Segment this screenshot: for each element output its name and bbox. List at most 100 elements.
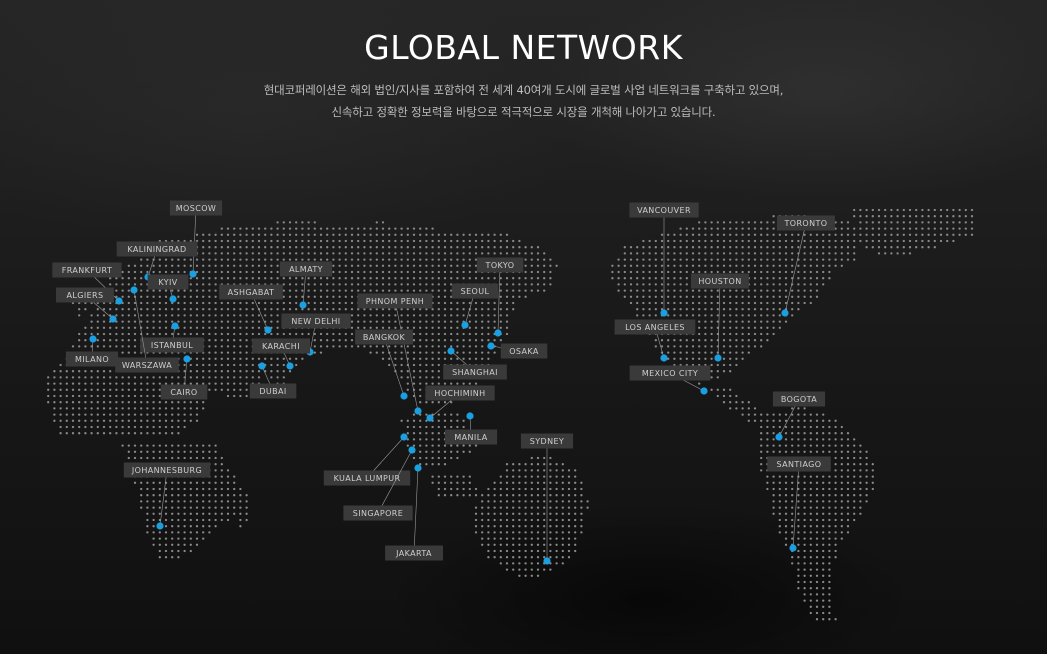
map-dot bbox=[90, 388, 93, 391]
city-marker-pin-icon[interactable] bbox=[171, 322, 179, 330]
map-dot bbox=[375, 270, 378, 274]
city-marker-pin-icon[interactable] bbox=[543, 557, 551, 565]
city-marker-pin-icon[interactable] bbox=[660, 354, 668, 362]
city-marker-pin-icon[interactable] bbox=[461, 321, 469, 329]
map-dot bbox=[797, 413, 800, 416]
map-dot bbox=[710, 264, 713, 267]
city-marker-pin-icon[interactable] bbox=[494, 329, 502, 337]
map-dot bbox=[431, 425, 434, 429]
map-dot bbox=[493, 277, 496, 280]
map-dot bbox=[189, 363, 192, 367]
city-marker-pin-icon[interactable] bbox=[156, 522, 164, 530]
map-dot bbox=[381, 345, 385, 348]
map-dot bbox=[499, 512, 502, 515]
city-marker-pin-icon[interactable] bbox=[400, 392, 408, 400]
map-dot bbox=[840, 494, 843, 497]
city-santiago[interactable]: SANTIAGO bbox=[767, 456, 831, 552]
city-istanbul[interactable]: ISTANBUL bbox=[140, 322, 204, 353]
map-dot bbox=[412, 339, 416, 342]
map-dot bbox=[617, 258, 620, 261]
map-dot bbox=[282, 277, 285, 280]
map-dot bbox=[853, 481, 856, 484]
map-dot bbox=[195, 233, 199, 236]
city-marker-pin-icon[interactable] bbox=[775, 433, 783, 441]
map-dot bbox=[890, 215, 893, 218]
map-dot bbox=[902, 252, 905, 255]
city-marker-pin-icon[interactable] bbox=[183, 355, 191, 363]
city-marker-pin-icon[interactable] bbox=[426, 414, 434, 422]
map-dot bbox=[877, 208, 881, 212]
city-marker-pin-icon[interactable] bbox=[264, 326, 272, 334]
map-dot bbox=[425, 456, 428, 460]
city-label: HOCHIMINH bbox=[434, 389, 485, 398]
city-vancouver[interactable]: VANCOUVER bbox=[629, 202, 699, 317]
map-dot bbox=[65, 419, 68, 422]
map-dot bbox=[667, 289, 670, 292]
map-dot bbox=[133, 320, 137, 323]
city-hochiminh[interactable]: HOCHIMINH bbox=[425, 385, 495, 422]
map-dot bbox=[171, 401, 174, 404]
map-dot bbox=[226, 233, 230, 236]
city-kyiv[interactable]: KYIV bbox=[147, 274, 189, 303]
map-dot bbox=[171, 332, 174, 336]
map-dot bbox=[952, 233, 955, 236]
map-dot bbox=[735, 301, 738, 305]
city-warszawa[interactable]: WARSZAWA bbox=[115, 286, 179, 373]
map-dot bbox=[623, 289, 626, 292]
city-marker-pin-icon[interactable] bbox=[189, 270, 197, 278]
map-dot bbox=[189, 444, 192, 447]
map-dot bbox=[96, 388, 99, 391]
map-dot bbox=[735, 233, 738, 236]
map-dot bbox=[443, 233, 447, 236]
city-marker-pin-icon[interactable] bbox=[299, 301, 307, 309]
city-marker-pin-icon[interactable] bbox=[714, 354, 722, 362]
map-dot bbox=[660, 233, 664, 236]
map-dot bbox=[177, 494, 180, 497]
map-dot bbox=[530, 531, 533, 534]
map-dot bbox=[468, 252, 471, 255]
city-marker-pin-icon[interactable] bbox=[781, 309, 789, 317]
map-dot bbox=[332, 264, 335, 267]
city-bangkok[interactable]: BANGKOK bbox=[355, 329, 413, 400]
map-dot bbox=[574, 475, 577, 478]
city-mexico-city[interactable]: MEXICO CITY bbox=[629, 365, 711, 395]
city-marker-pin-icon[interactable] bbox=[414, 407, 422, 415]
city-almaty[interactable]: ALMATY bbox=[279, 261, 333, 309]
map-dot bbox=[431, 326, 434, 329]
city-marker-pin-icon[interactable] bbox=[286, 362, 294, 370]
map-dot bbox=[90, 326, 93, 329]
city-marker-pin-icon[interactable] bbox=[115, 297, 123, 305]
city-marker-pin-icon[interactable] bbox=[169, 295, 177, 303]
world-dot-map: MOSCOWKALININGRADFRANKFURTKYIVALGIERS ASH… bbox=[47, 200, 974, 621]
map-dot bbox=[251, 239, 254, 243]
map-dot bbox=[195, 320, 199, 323]
map-dot bbox=[276, 357, 279, 360]
map-dot bbox=[233, 363, 236, 367]
city-marker-pin-icon[interactable] bbox=[414, 464, 422, 472]
city-marker-pin-icon[interactable] bbox=[487, 342, 495, 350]
city-algiers[interactable]: ALGIERS bbox=[56, 287, 117, 323]
city-marker-pin-icon[interactable] bbox=[408, 446, 416, 454]
city-marker-pin-icon[interactable] bbox=[447, 347, 455, 355]
map-dot bbox=[214, 456, 217, 460]
city-osaka[interactable]: OSAKA bbox=[487, 342, 548, 359]
city-sydney[interactable]: SYDNEY bbox=[520, 433, 574, 565]
map-dot bbox=[512, 277, 515, 280]
city-marker-pin-icon[interactable] bbox=[400, 433, 408, 441]
city-label: WARSZAWA bbox=[122, 361, 172, 370]
city-marker-pin-icon[interactable] bbox=[660, 309, 668, 317]
city-marker-pin-icon[interactable] bbox=[130, 286, 138, 294]
map-dot bbox=[350, 258, 354, 261]
map-dot bbox=[102, 320, 106, 323]
city-marker-pin-icon[interactable] bbox=[700, 387, 708, 395]
map-dot bbox=[319, 227, 323, 230]
city-marker-pin-icon[interactable] bbox=[109, 315, 117, 323]
map-dot bbox=[450, 258, 453, 261]
city-marker-pin-icon[interactable] bbox=[258, 362, 266, 370]
map-dot bbox=[648, 283, 651, 286]
city-marker-pin-icon[interactable] bbox=[89, 335, 97, 343]
city-manila[interactable]: MANILA bbox=[444, 412, 498, 445]
city-marker-pin-icon[interactable] bbox=[789, 544, 797, 552]
city-marker-pin-icon[interactable] bbox=[466, 412, 474, 420]
city-houston[interactable]: HOUSTON bbox=[691, 273, 749, 362]
